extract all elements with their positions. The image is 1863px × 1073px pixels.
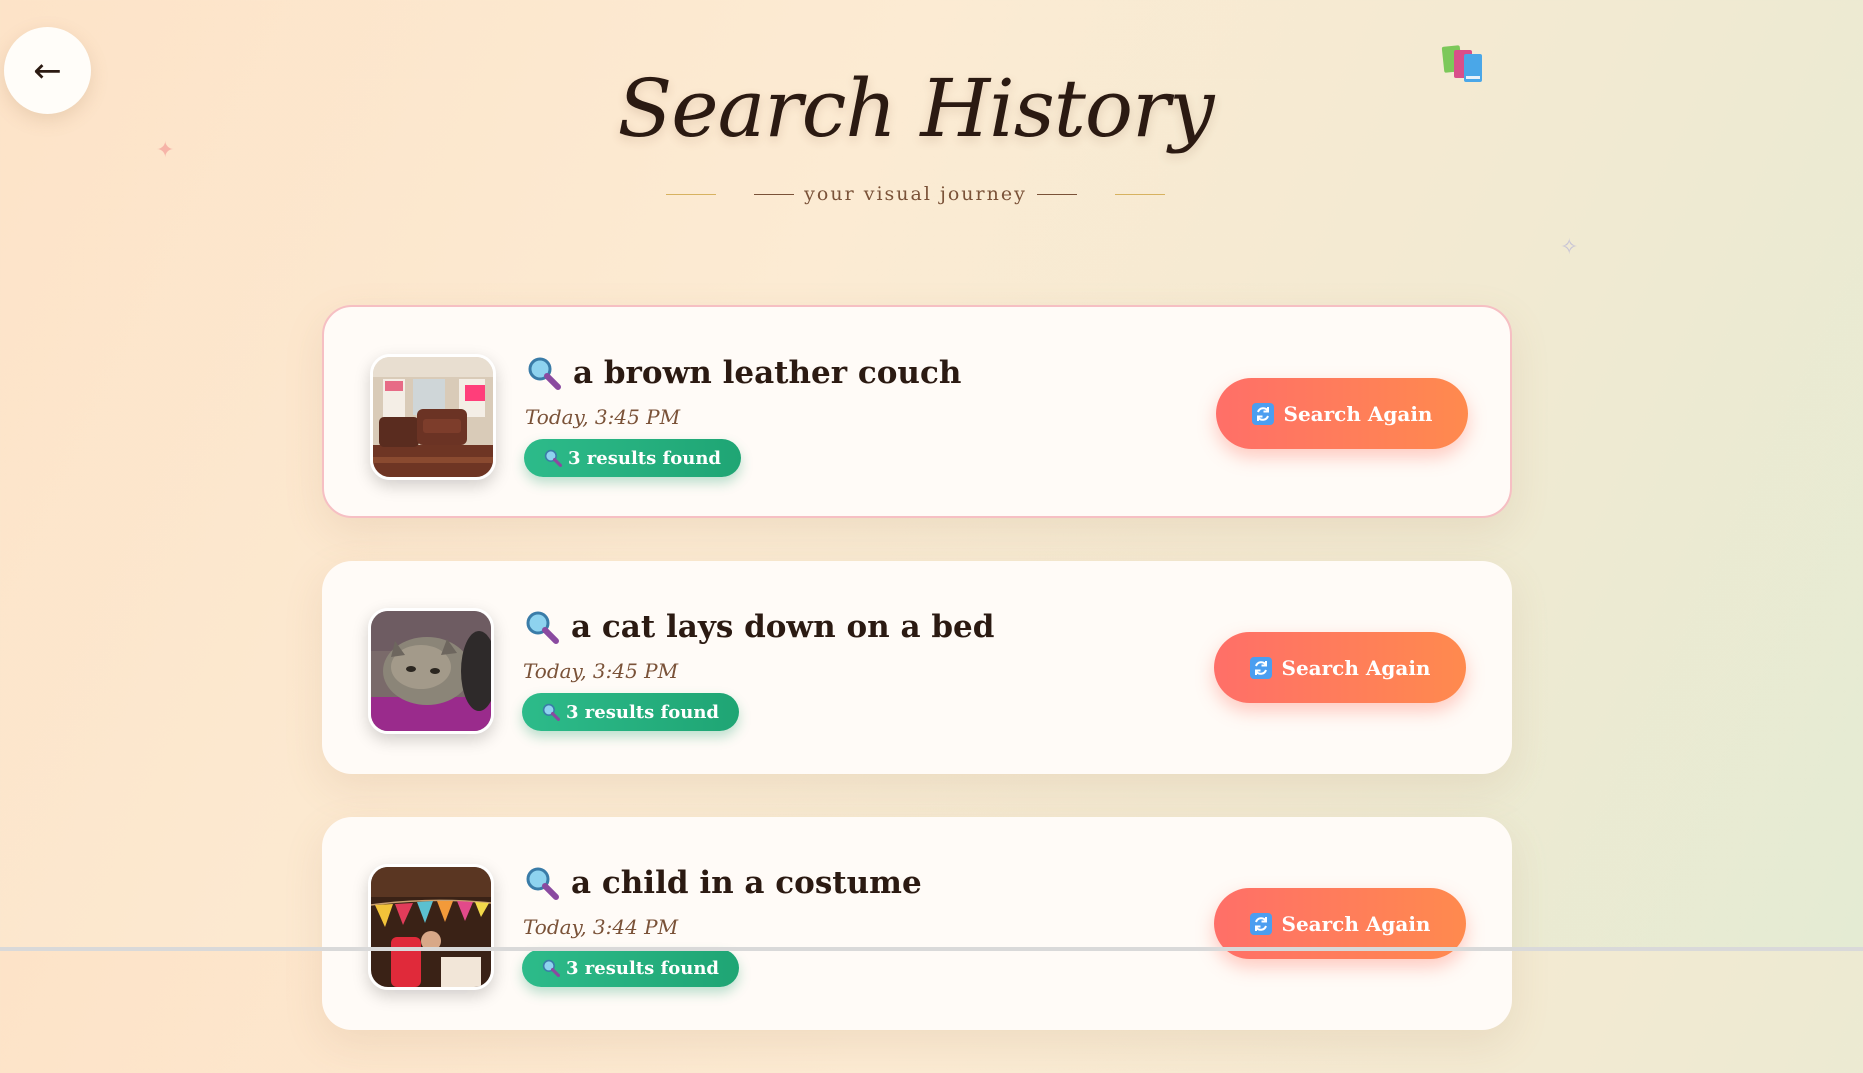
search-again-label: Search Again bbox=[1281, 911, 1431, 936]
results-count: 3 results found bbox=[566, 957, 720, 979]
results-badge: 3 results found bbox=[524, 439, 742, 477]
refresh-icon bbox=[1249, 656, 1272, 679]
query-row: a cat lays down on a bed bbox=[525, 609, 994, 645]
divider bbox=[754, 193, 795, 195]
timestamp: Today, 3:45 PM bbox=[525, 405, 681, 429]
magnifying-glass-icon bbox=[526, 611, 559, 644]
timestamp: Today, 3:44 PM bbox=[523, 915, 679, 939]
sparkle-icon: ✧ bbox=[1560, 235, 1579, 260]
query-row: a child in a costume bbox=[525, 865, 922, 901]
search-again-label: Search Again bbox=[1281, 655, 1431, 680]
results-badge: 3 results found bbox=[522, 949, 740, 987]
magnifying-glass-icon bbox=[542, 959, 560, 977]
thumbnail-image bbox=[368, 864, 494, 990]
refresh-icon bbox=[1249, 912, 1272, 935]
page-title: Search History bbox=[617, 62, 1215, 155]
divider bbox=[1114, 193, 1165, 195]
history-card[interactable]: a child in a costume Today, 3:44 PM 3 re… bbox=[322, 817, 1512, 1030]
query-text: a child in a costume bbox=[571, 865, 922, 901]
query-text: a brown leather couch bbox=[573, 355, 962, 391]
search-again-button[interactable]: Search Again bbox=[1214, 632, 1466, 703]
timestamp: Today, 3:45 PM bbox=[523, 659, 679, 683]
history-list: a brown leather couch Today, 3:45 PM 3 r… bbox=[322, 305, 1512, 1073]
divider bbox=[666, 193, 717, 195]
results-count: 3 results found bbox=[568, 447, 722, 469]
page-header: Search History your visual journey bbox=[0, 62, 1831, 205]
history-card[interactable]: a brown leather couch Today, 3:45 PM 3 r… bbox=[322, 305, 1512, 518]
magnifying-glass-icon bbox=[528, 357, 561, 390]
page-subtitle-row: your visual journey bbox=[0, 183, 1831, 205]
thumbnail-image bbox=[370, 354, 496, 480]
horizontal-scrollbar[interactable] bbox=[0, 947, 1863, 951]
search-again-label: Search Again bbox=[1283, 401, 1433, 426]
magnifying-glass-icon bbox=[544, 449, 562, 467]
magnifying-glass-icon bbox=[526, 867, 559, 900]
magnifying-glass-icon bbox=[542, 703, 560, 721]
results-badge: 3 results found bbox=[522, 693, 740, 731]
refresh-icon bbox=[1251, 402, 1274, 425]
page-subtitle: your visual journey bbox=[804, 183, 1027, 205]
query-row: a brown leather couch bbox=[527, 355, 961, 391]
results-count: 3 results found bbox=[566, 701, 720, 723]
divider bbox=[1036, 193, 1077, 195]
thumbnail-image bbox=[368, 608, 494, 734]
query-text: a cat lays down on a bed bbox=[571, 609, 995, 645]
search-again-button[interactable]: Search Again bbox=[1216, 378, 1468, 449]
history-card[interactable]: a cat lays down on a bed Today, 3:45 PM … bbox=[322, 561, 1512, 774]
